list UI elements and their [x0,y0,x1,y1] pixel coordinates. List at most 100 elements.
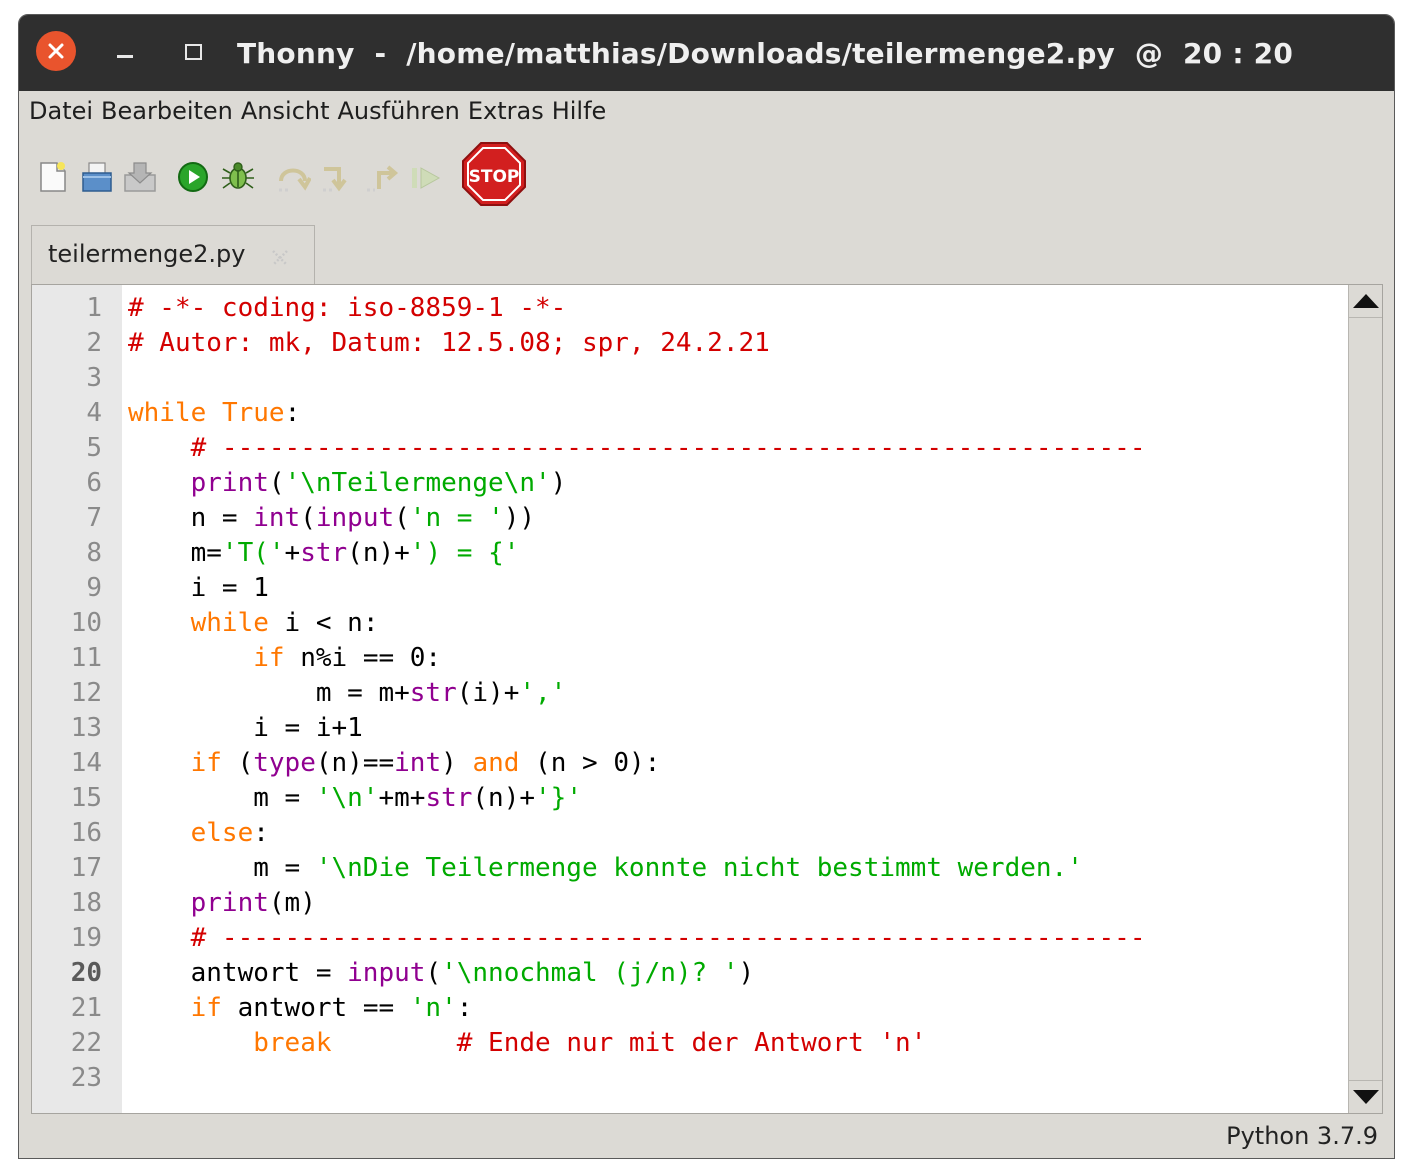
window-title: Thonny - /home/matthias/Downloads/teiler… [237,37,1294,70]
bug-icon [222,162,254,189]
code-line[interactable]: else: [128,816,269,851]
code-token-default: i < n: [268,608,379,638]
run-button[interactable] [177,161,209,197]
code-token-string: '\nDie Teilermenge konnte nicht bestimmt… [315,853,1083,883]
code-line[interactable]: # --------------------------------------… [128,431,1146,466]
menu-datei[interactable]: Datei [27,97,99,125]
title-bar[interactable]: Thonny - /home/matthias/Downloads/teiler… [19,15,1394,91]
code-token-keyword: else [190,818,254,848]
code-line[interactable]: if n%i == 0: [128,641,441,676]
code-line[interactable]: print(m) [128,886,316,921]
save-file-button[interactable] [123,161,157,197]
code-token-string: '\nnochmal (j/n)? ' [441,958,739,988]
menu-bearbeiten[interactable]: Bearbeiten [99,97,239,125]
code-token-default: ( [394,503,410,533]
code-line[interactable]: i = 1 [128,571,269,606]
code-token-comment: # --------------------------------------… [190,923,1146,953]
close-window-button[interactable] [36,31,76,71]
run-icon [178,162,208,192]
resume-icon [412,167,441,189]
code-token-keyword: if [190,748,222,778]
code-token-default: +m+ [378,783,426,813]
code-line[interactable]: while True: [128,396,300,431]
code-line[interactable]: while i < n: [128,606,379,641]
code-line[interactable]: m = '\nDie Teilermenge konnte nicht best… [128,851,1083,886]
stop-button[interactable]: STOP [461,141,527,211]
code-token-default [128,748,191,778]
code-line[interactable]: print('\nTeilermenge\n') [128,466,567,501]
code-token-string: 'T(' [221,538,285,568]
line-number: 12 [70,678,102,708]
open-file-button[interactable] [81,161,113,197]
code-token-default: ( [221,748,254,778]
resume-button[interactable] [409,163,443,197]
tab-teilermenge2[interactable]: teilermenge2.py [31,225,315,287]
code-line[interactable]: # --------------------------------------… [128,921,1146,956]
code-token-default: m = [128,783,316,813]
code-line[interactable]: break # Ende nur mit der Antwort 'n' [128,1026,926,1061]
code-token-builtin: str [425,783,473,813]
code-token-default: )) [503,503,536,533]
step-over-button[interactable] [277,163,312,197]
tab-close-button[interactable] [268,246,292,270]
code-line[interactable]: m='T('+str(n)+') = {' [128,536,520,571]
code-line[interactable]: i = i+1 [128,711,363,746]
line-number: 16 [70,818,102,848]
minimize-window-button[interactable] [111,31,141,71]
scroll-down-button[interactable] [1349,1080,1382,1113]
toolbar: STOP [19,137,1394,217]
code-token-default: ) [738,958,755,988]
code-token-default: : [456,993,473,1023]
code-token-default: i = i+1 [128,713,363,743]
code-token-string: 'n' [409,993,457,1023]
vertical-scrollbar[interactable] [1348,285,1382,1113]
menu-ausfuehren[interactable]: Ausführen [336,97,466,125]
code-token-comment: # -*- coding: iso-8859-1 -*- [128,293,567,323]
open-folder-icon [82,162,112,192]
code-token-default [128,818,191,848]
line-number: 13 [70,713,102,743]
code-line[interactable]: m = '\n'+m+str(n)+'}' [128,781,582,816]
code-token-string: '\nTeilermenge\n' [284,468,551,498]
code-token-default: m= [128,538,222,568]
line-number: 18 [70,888,102,918]
save-icon [124,162,156,192]
code-token-default: (n > 0): [519,748,661,778]
code-line[interactable]: n = int(input('n = ')) [128,501,535,536]
scrollbar-track[interactable] [1349,318,1382,1080]
new-file-button[interactable] [39,161,67,197]
code-line[interactable]: if antwort == 'n': [128,991,473,1026]
line-number: 4 [86,398,102,428]
line-number: 3 [86,363,102,393]
code-token-keyword: if [190,993,222,1023]
line-number-gutter: 1 2 3 4 5 6 7 8 9 10 11 12 13 14 15 16 17 18 19 20 21 22 23 [32,285,122,1113]
interpreter-status[interactable]: Python 3.7.9 [1226,1122,1378,1150]
code-token-comment: # Ende nur mit der Antwort 'n' [456,1028,927,1058]
menu-bar: Datei Bearbeiten Ansicht Ausführen Extra… [19,91,1394,131]
menu-ansicht[interactable]: Ansicht [239,97,336,125]
code-token-default: i = 1 [128,573,269,603]
code-line[interactable]: # -*- coding: iso-8859-1 -*- [128,291,566,326]
menu-hilfe[interactable]: Hilfe [550,97,613,125]
line-number: 11 [70,643,102,673]
code-token-keyword: while [128,398,207,428]
code-token-builtin: print [190,888,269,918]
code-line[interactable]: antwort = input('\nnochmal (j/n)? ') [128,956,755,991]
code-token-default: ( [300,503,316,533]
code-token-builtin: type [253,748,316,778]
code-token-keyword: if [253,643,285,673]
menu-extras[interactable]: Extras [466,97,550,125]
debug-button[interactable] [221,159,255,197]
code-token-default [128,993,191,1023]
line-number: 5 [86,433,102,463]
code-editor[interactable]: 1 2 3 4 5 6 7 8 9 10 11 12 13 14 15 16 17 18 19 20 21 22 23 # … [31,284,1383,1114]
scroll-up-button[interactable] [1349,285,1382,318]
step-into-button[interactable] [321,163,355,197]
code-token-keyword: and [472,748,520,778]
code-line[interactable]: if (type(n)==int) and (n > 0): [128,746,661,781]
code-line[interactable]: # Autor: mk, Datum: 12.5.08; spr, 24.2.2… [128,326,770,361]
code-line[interactable]: m = m+str(i)+',' [128,676,567,711]
step-out-button[interactable] [365,163,399,197]
maximize-window-button[interactable] [179,31,209,71]
line-number: 23 [70,1063,102,1093]
